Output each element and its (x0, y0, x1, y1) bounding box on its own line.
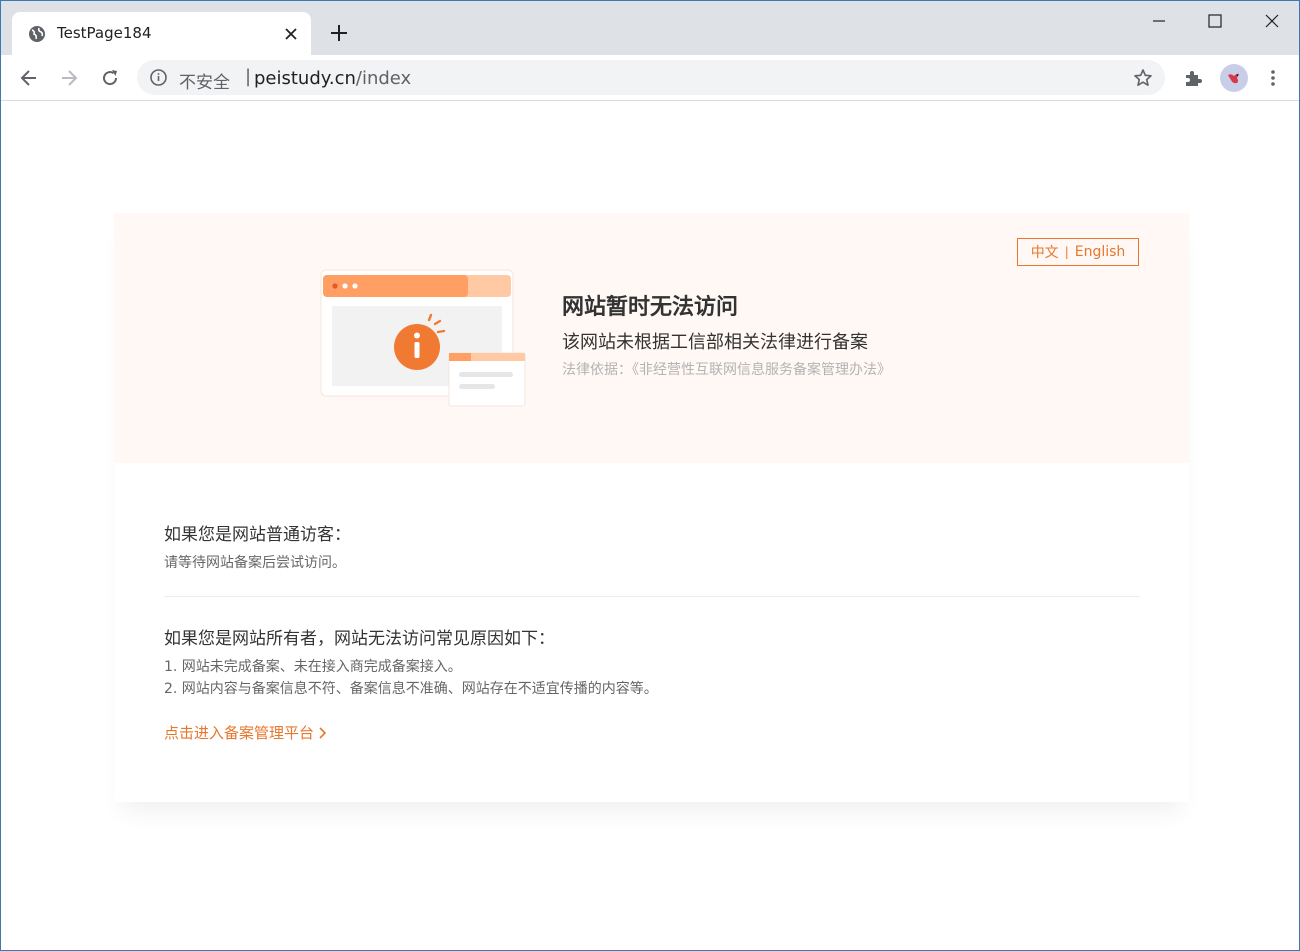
url-path: /index (355, 68, 412, 89)
visitor-title: 如果您是网站普通访客： (164, 525, 351, 545)
globe-icon (28, 25, 46, 43)
owner-reason: 2. 网站内容与备案信息不符、备案信息不准确、网站存在不适宜传播的内容等。 (164, 681, 658, 697)
tab-title: TestPage184 (57, 24, 152, 42)
filing-platform-link-label: 点击进入备案管理平台 (164, 724, 315, 742)
security-label: 不安全 (179, 73, 230, 93)
notice-card: 中文 | English 网站暂时无法访问 该网站未根据工信部相关法律进行备案 … (114, 213, 1189, 802)
owner-reason: 1. 网站未完成备案、未在接入商完成备案接入。 (164, 659, 462, 675)
back-arrow-icon[interactable] (17, 66, 41, 90)
filing-platform-link[interactable]: 点击进入备案管理平台 (164, 722, 327, 743)
reload-icon[interactable] (98, 66, 122, 90)
lang-divider: | (1064, 245, 1069, 259)
window-close-icon[interactable] (1258, 9, 1286, 33)
browser-tab[interactable]: TestPage184 (12, 12, 311, 55)
owner-section: 如果您是网站所有者，网站无法访问常见原因如下： 1. 网站未完成备案、未在接入商… (164, 624, 1140, 700)
browser-toolbar: 不安全 | peistudy.cn/index (1, 55, 1299, 101)
page-content: 中文 | English 网站暂时无法访问 该网站未根据工信部相关法律进行备案 … (1, 102, 1299, 950)
page-subtitle: 该网站未根据工信部相关法律进行备案 (562, 332, 868, 353)
lang-en-link[interactable]: English (1075, 244, 1126, 260)
close-icon[interactable] (282, 25, 300, 43)
kebab-menu-icon[interactable] (1261, 66, 1285, 90)
page-title: 网站暂时无法访问 (562, 295, 739, 320)
warning-illustration (319, 268, 534, 408)
avatar[interactable] (1220, 64, 1248, 92)
forward-arrow-icon[interactable] (57, 66, 81, 90)
notice-banner: 中文 | English 网站暂时无法访问 该网站未根据工信部相关法律进行备案 … (114, 213, 1189, 463)
url-text: peistudy.cn/index (254, 68, 411, 89)
language-switch: 中文 | English (1017, 238, 1139, 266)
legal-basis: 法律依据：《非经营性互联网信息服务备案管理办法》 (562, 362, 891, 378)
owner-title: 如果您是网站所有者，网站无法访问常见原因如下： (164, 629, 555, 649)
visitor-text: 请等待网站备案后尝试访问。 (164, 555, 346, 571)
visitor-section: 如果您是网站普通访客： 请等待网站备案后尝试访问。 (164, 520, 1140, 574)
puzzle-icon[interactable] (1181, 66, 1205, 90)
plus-icon[interactable] (328, 22, 350, 44)
minimize-icon[interactable] (1145, 9, 1173, 33)
browser-window: TestPage184 不安全 | peistudy.cn/index 中文 |… (0, 0, 1300, 951)
url-domain: peistudy.cn (254, 68, 356, 89)
maximize-icon[interactable] (1201, 9, 1229, 33)
section-divider (164, 596, 1140, 597)
lang-zh-link[interactable]: 中文 (1031, 242, 1059, 262)
bird-icon (1228, 73, 1239, 84)
url-separator: | (245, 66, 252, 87)
chevron-right-icon (319, 726, 327, 739)
star-icon[interactable] (1133, 68, 1153, 88)
tab-strip: TestPage184 (1, 1, 1299, 55)
info-icon[interactable] (149, 68, 168, 87)
address-bar[interactable]: 不安全 | peistudy.cn/index (137, 60, 1165, 95)
